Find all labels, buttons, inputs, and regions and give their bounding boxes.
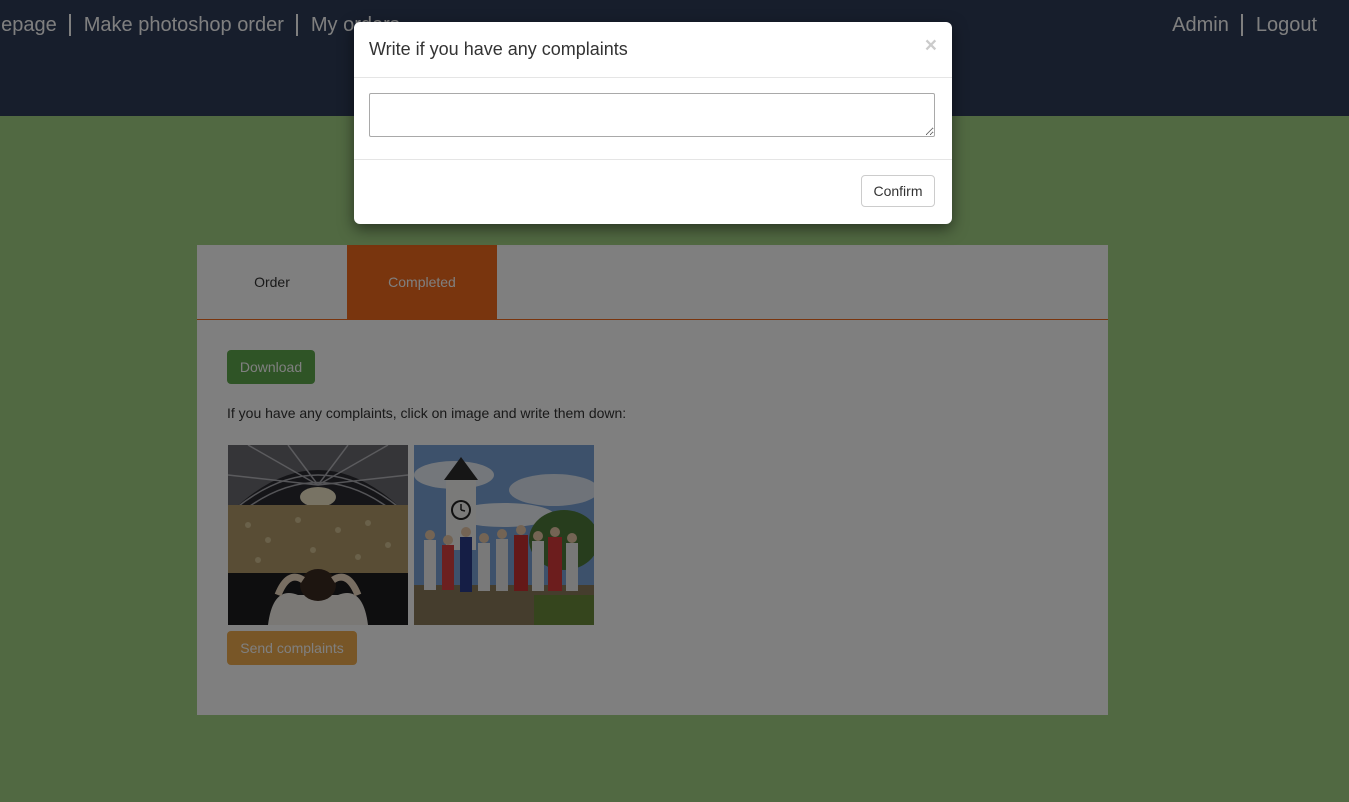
modal-title: Write if you have any complaints [369,39,628,59]
complaint-textarea[interactable] [369,93,935,137]
close-icon[interactable]: × [925,35,937,56]
modal-body [354,78,952,160]
modal-header: Write if you have any complaints × [354,22,952,78]
confirm-button[interactable]: Confirm [861,175,935,207]
complaints-modal: Write if you have any complaints × Confi… [354,22,952,224]
